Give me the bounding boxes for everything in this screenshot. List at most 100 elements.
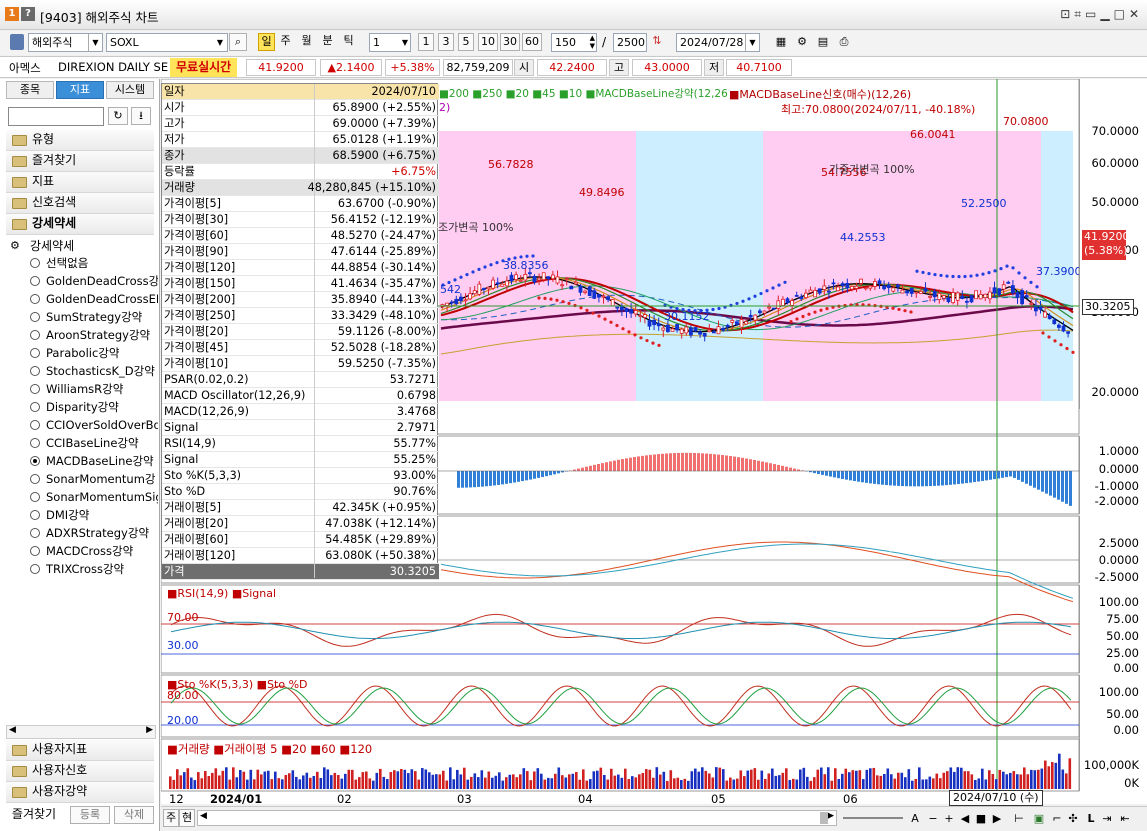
app-badge-1[interactable]: 1 [5, 7, 19, 21]
strategy-item[interactable]: SumStrategy강약 [30, 309, 158, 326]
radio-icon[interactable] [30, 438, 40, 448]
zoom-slider[interactable] [843, 817, 903, 819]
stop-icon[interactable]: ■ [973, 811, 989, 827]
folder-type[interactable]: 유형 [6, 130, 154, 151]
chart-left-icon[interactable]: ⊢ [1011, 811, 1027, 827]
minimize-icon[interactable]: ▁ [1100, 7, 1113, 21]
play-icon[interactable]: ▶ [989, 811, 1005, 827]
download-icon[interactable]: ⭳ [131, 107, 151, 125]
chart-tools-icon[interactable]: ▦ [773, 34, 789, 50]
strategy-item[interactable]: 선택없음 [30, 255, 158, 272]
interval-3[interactable]: 3 [438, 33, 454, 51]
weekly-button[interactable]: 주 [163, 809, 179, 827]
radio-icon[interactable] [30, 474, 40, 484]
scroll-left-icon[interactable]: ◀ [9, 725, 16, 735]
radio-icon[interactable] [30, 546, 40, 556]
indicator-search-input[interactable] [8, 107, 104, 126]
scroll-left-icon[interactable]: ◀ [200, 811, 207, 821]
chart-hscrollbar[interactable]: ◀ ▶ [197, 810, 837, 826]
pan-right-icon[interactable]: ⇥ [1099, 811, 1115, 827]
folder-user-indicators[interactable]: 사용자지표 [6, 740, 154, 761]
rsi-axis[interactable]: 100.00 75.00 50.00 25.00 0.00 [1079, 585, 1147, 675]
period-tick[interactable]: 틱 [340, 33, 357, 51]
drawing-tool-icon[interactable]: ⌐ [1049, 811, 1065, 827]
folder-strength[interactable]: 강세약세 [6, 214, 154, 235]
crosshair-icon[interactable]: ✣ [1065, 811, 1081, 827]
help-badge[interactable]: ? [21, 7, 35, 21]
sidebar-hscrollbar[interactable]: ◀ ▶ [6, 725, 156, 739]
radio-icon[interactable] [30, 258, 40, 268]
radio-icon[interactable] [30, 528, 40, 538]
interval-1[interactable]: 1 [418, 33, 434, 51]
close-icon[interactable]: ✕ [1129, 7, 1143, 21]
zoom-out-icon[interactable]: − [925, 811, 941, 827]
radio-icon[interactable] [30, 384, 40, 394]
folder-user-strength[interactable]: 사용자강약 [6, 782, 154, 803]
radio-icon[interactable] [30, 456, 40, 466]
price-axis[interactable]: 70.0000 60.0000 50.0000 40.0000 30.0000 … [1079, 79, 1147, 409]
folder-indicators[interactable]: 지표 [6, 172, 154, 193]
print-icon[interactable]: ⎙ [836, 34, 852, 50]
more-icon[interactable]: ⇤ [1117, 811, 1133, 827]
strategy-item[interactable]: TRIXCross강약 [30, 561, 158, 578]
strategy-item[interactable]: StochasticsK_D강약 [30, 363, 158, 380]
radio-icon[interactable] [30, 510, 40, 520]
search-icon[interactable]: ⌕ [229, 33, 247, 51]
chevron-down-icon[interactable]: ▼ [88, 34, 102, 51]
volume-axis[interactable]: 100,000K 0K [1079, 739, 1147, 791]
radio-icon[interactable] [30, 402, 40, 412]
radio-icon[interactable] [30, 564, 40, 574]
radio-icon[interactable] [30, 294, 40, 304]
radio-icon[interactable] [30, 330, 40, 340]
strategy-item[interactable]: GoldenDeadCross강 [30, 273, 158, 290]
strategy-item[interactable]: Disparity강약 [30, 399, 158, 416]
date-select[interactable]: 2024/07/28 ▼ [676, 33, 760, 52]
strategy-item[interactable]: ADXRStrategy강약 [30, 525, 158, 542]
strategy-item[interactable]: Parabolic강약 [30, 345, 158, 362]
period-week[interactable]: 주 [277, 33, 294, 51]
view-count-input[interactable]: 150 ▲ ▼ [551, 33, 597, 52]
sto-axis[interactable]: 100.00 50.00 0.00 [1079, 675, 1147, 739]
restore-icon[interactable]: ▭ [1085, 7, 1100, 21]
scroll-right-icon[interactable]: ▶ [146, 725, 153, 735]
folder-user-signals[interactable]: 사용자신호 [6, 761, 154, 782]
chevron-down-icon[interactable]: ▼ [402, 34, 408, 51]
spin-icon[interactable]: ▲ ▼ [590, 34, 595, 50]
tab-indicators[interactable]: 지표 [56, 81, 104, 99]
interval-30[interactable]: 30 [500, 33, 520, 51]
strategy-item[interactable]: MACDCross강약 [30, 543, 158, 560]
interval-10[interactable]: 10 [478, 33, 498, 51]
strategy-item[interactable]: WilliamsR강약 [30, 381, 158, 398]
symbol-input[interactable]: SOXL ▼ [106, 33, 228, 52]
radio-icon[interactable] [30, 366, 40, 376]
folder-favorites[interactable]: 즐겨찾기 [6, 151, 154, 172]
scroll-right-icon[interactable]: ▶ [827, 811, 834, 821]
period-minute[interactable]: 분 [319, 33, 336, 51]
register-button[interactable]: 등록 [70, 806, 110, 824]
strategy-item[interactable]: DMI강약 [30, 507, 158, 524]
current-button[interactable]: 현 [179, 809, 195, 827]
left-align-icon[interactable]: L [1083, 811, 1099, 827]
play-back-icon[interactable]: ◀ [957, 811, 973, 827]
strategy-item[interactable]: CCIBaseLine강약 [30, 435, 158, 452]
tab-stocks[interactable]: 종목 [6, 81, 54, 99]
refresh-icon[interactable]: ↻ [108, 107, 128, 125]
chevron-down-icon[interactable]: ▼ [213, 34, 227, 51]
favorites-button[interactable]: 즐겨찾기 [4, 806, 64, 824]
interval-60[interactable]: 60 [522, 33, 542, 51]
radio-icon[interactable] [30, 312, 40, 322]
strategy-item[interactable]: AroonStrategy강약 [30, 327, 158, 344]
period-count-select[interactable]: 1 ▼ [369, 33, 411, 52]
link-icon[interactable]: ⌗ [1074, 7, 1085, 21]
save-icon[interactable]: ▤ [815, 34, 831, 50]
delete-button[interactable]: 삭제 [114, 806, 154, 824]
maximize-icon[interactable]: □ [1114, 7, 1129, 21]
strategy-item[interactable]: SonarMomentumSig [30, 489, 158, 506]
zoom-in-icon[interactable]: + [941, 811, 957, 827]
macd-osc-axis[interactable]: 1.0000 0.0000 -1.0000 -2.0000 [1079, 436, 1147, 514]
strategy-item[interactable]: MACDBaseLine강약 [30, 453, 158, 470]
strategy-item[interactable]: CCIOverSoldOverBo [30, 417, 158, 434]
tab-system[interactable]: 시스템 [106, 81, 154, 99]
chevron-down-icon[interactable]: ▼ [745, 34, 759, 51]
interval-5[interactable]: 5 [458, 33, 474, 51]
